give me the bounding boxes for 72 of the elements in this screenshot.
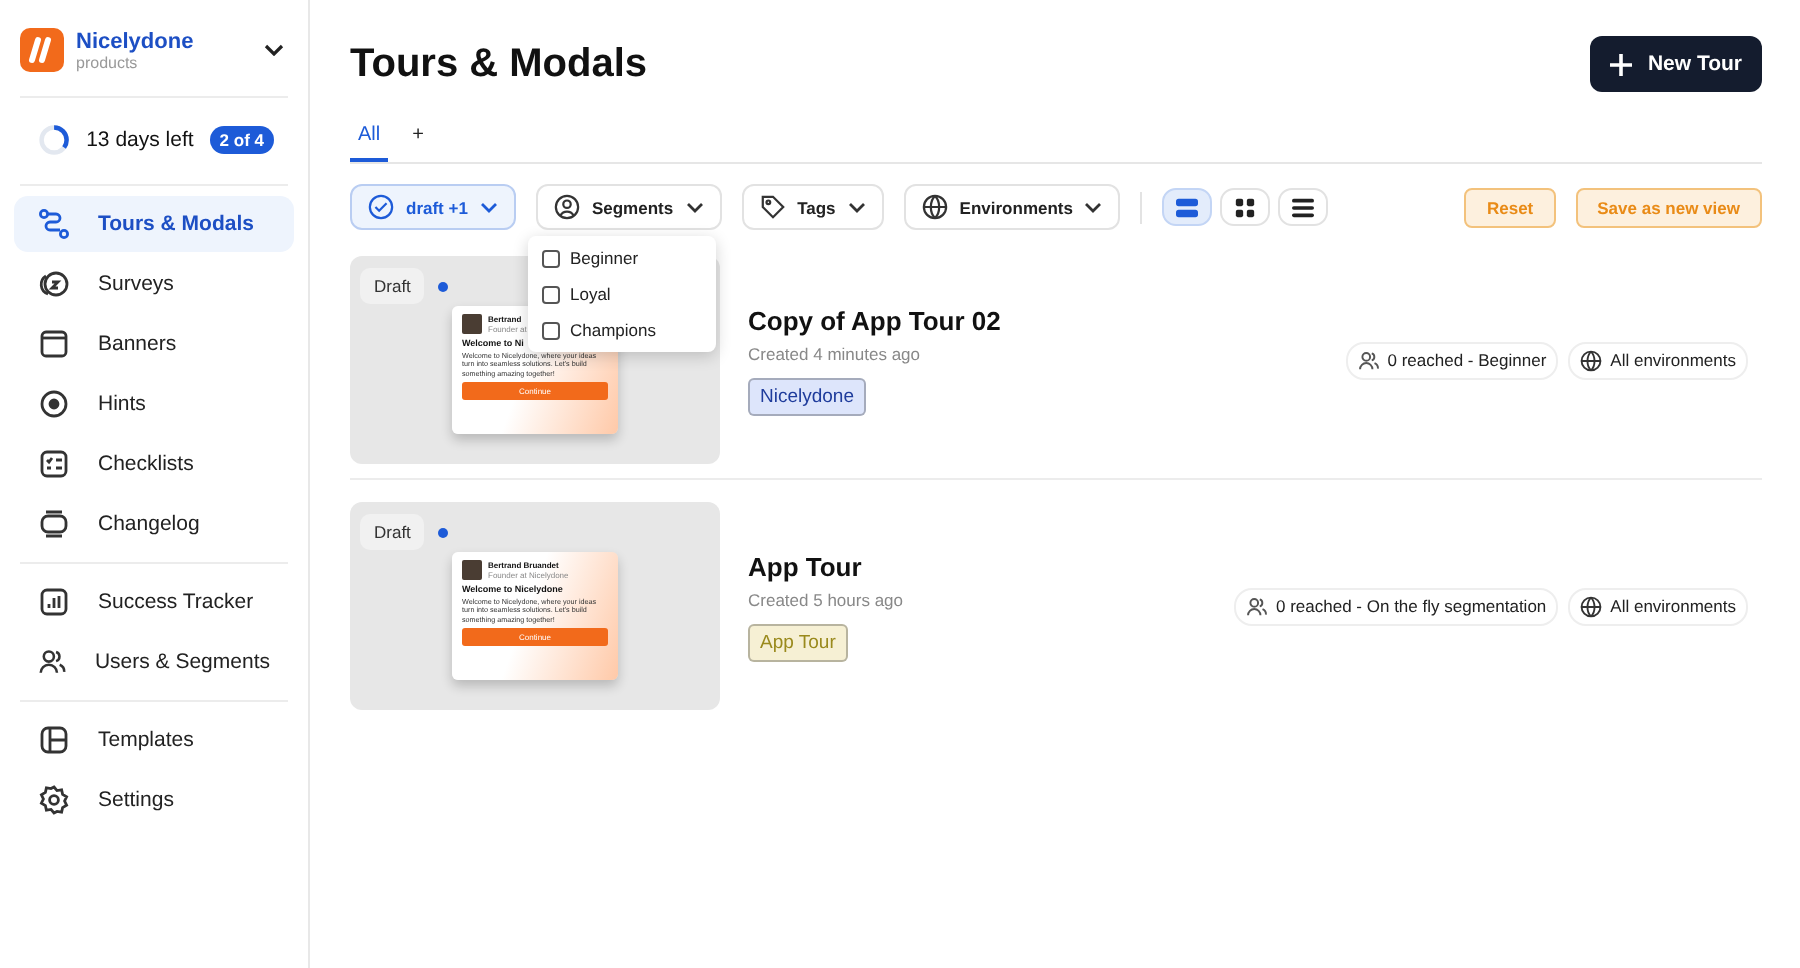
users-icon <box>38 646 67 678</box>
sidebar-item[interactable]: Changelog <box>14 496 294 552</box>
chevron-icon[interactable] <box>264 44 284 56</box>
checkbox[interactable] <box>542 285 560 303</box>
tag-icon <box>759 194 786 220</box>
rows-view-button[interactable] <box>1162 188 1213 226</box>
sidebar-item[interactable]: Templates <box>14 712 294 768</box>
globe-icon <box>1580 595 1603 617</box>
user-icon <box>553 194 580 220</box>
banner-icon <box>38 328 70 360</box>
filter-dropdown[interactable]: Tags <box>741 184 884 230</box>
tour-title[interactable]: App Tour <box>748 551 862 581</box>
reach-text: 0 reached - Beginner <box>1387 350 1547 370</box>
workspace-subtitle: products <box>76 53 140 71</box>
workspace-name[interactable]: Nicelydone <box>76 29 252 53</box>
plan-badge: 2 of 4 <box>209 126 274 154</box>
chevron-icon <box>685 201 704 213</box>
avatar-icon <box>462 560 482 580</box>
created-time: Created 5 hours ago <box>748 589 903 609</box>
chevron-icon <box>1084 201 1103 213</box>
chevron-icon <box>479 201 498 213</box>
sidebar-item[interactable]: Hints <box>14 376 294 432</box>
filter-dropdown[interactable]: Segments <box>535 184 722 230</box>
checkbox[interactable] <box>542 249 560 267</box>
status-dot <box>438 282 448 292</box>
tour-title[interactable]: Copy of App Tour 02 <box>748 305 1001 335</box>
tab[interactable]: + <box>404 116 432 162</box>
checkbox[interactable] <box>542 321 560 339</box>
route-icon <box>38 208 70 240</box>
plus-icon <box>1609 53 1632 75</box>
option-label: Champions <box>570 320 656 340</box>
sidebar-item[interactable]: Checklists <box>14 436 294 492</box>
status-badge: Draft <box>360 514 425 550</box>
progress-ring <box>38 122 71 158</box>
environment-text: All environments <box>1610 596 1736 616</box>
checklist-icon <box>38 448 70 480</box>
list-icon <box>1292 197 1315 217</box>
check-icon <box>368 194 394 220</box>
chevron-icon <box>847 201 866 213</box>
status-dot <box>438 528 448 538</box>
tab[interactable]: All <box>350 116 389 162</box>
created-time: Created 4 minutes ago <box>748 343 920 363</box>
new-tour-button[interactable]: New Tour <box>1589 36 1762 92</box>
grid-icon <box>1234 197 1257 217</box>
trial-days-left: 13 days left <box>86 128 194 152</box>
users-icon <box>1246 595 1269 617</box>
environment-text: All environments <box>1610 350 1736 370</box>
grid-view-button[interactable] <box>1220 188 1271 226</box>
users-icon <box>1357 349 1380 371</box>
settings-icon <box>38 784 70 816</box>
menu-item[interactable]: Loyal <box>528 276 716 312</box>
tag: App Tour <box>748 623 848 661</box>
reach-text: 0 reached - On the fly segmentation <box>1276 596 1547 616</box>
filter-dropdown[interactable]: draft +1 <box>350 184 516 230</box>
sidebar-item[interactable]: Users & Segments <box>14 634 294 690</box>
logo-icon <box>20 28 64 72</box>
globe-icon <box>1580 349 1603 371</box>
sidebar-item[interactable]: Settings <box>14 772 294 828</box>
list-view-button[interactable] <box>1278 188 1329 226</box>
rows-icon <box>1176 197 1199 217</box>
page-title: Tours & Modals <box>350 41 648 87</box>
status-badge: Draft <box>360 268 425 304</box>
option-label: Loyal <box>570 284 611 304</box>
globe-icon <box>921 194 948 220</box>
sidebar-item[interactable]: Success Tracker <box>14 574 294 630</box>
filter-dropdown[interactable]: Environments <box>903 184 1121 230</box>
tag: Nicelydone <box>748 377 866 415</box>
sidebar-item[interactable]: Tours & Modals <box>14 196 294 252</box>
avatar-icon <box>462 314 482 334</box>
sidebar-item[interactable]: Surveys <box>14 256 294 312</box>
sidebar-item[interactable]: Banners <box>14 316 294 372</box>
menu-item[interactable]: Champions <box>528 312 716 348</box>
